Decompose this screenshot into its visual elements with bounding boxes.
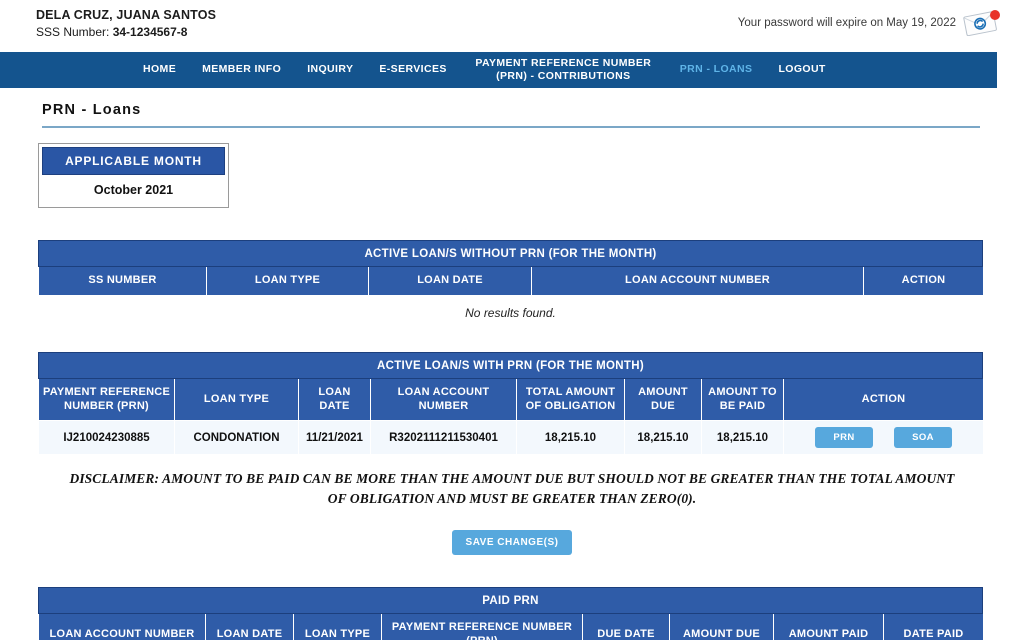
sss-number: 34-1234567-8 — [113, 25, 188, 39]
cell-prn: IJ210024230885 — [39, 421, 175, 455]
active-loans-with-prn-table: PAYMENT REFERENCE NUMBER (PRN) LOAN TYPE… — [38, 379, 984, 456]
prn-button[interactable]: PRN — [815, 427, 873, 448]
column-header-amount-to-be-paid: AMOUNT TO BE PAID — [702, 379, 784, 421]
column-header-loan-account-number: LOAN ACCOUNT NUMBER — [371, 379, 517, 421]
column-header-loan-type: LOAN TYPE — [294, 614, 382, 640]
paid-prn-title: PAID PRN — [38, 587, 983, 614]
notification-dot-icon — [990, 10, 1000, 20]
active-loans-without-prn-table: SS NUMBER LOAN TYPE LOAN DATE LOAN ACCOU… — [38, 267, 984, 296]
applicable-month-header: APPLICABLE MONTH — [42, 147, 225, 175]
paid-prn-section: PAID PRN LOAN ACCOUNT NUMBER LOAN DATE L… — [38, 587, 983, 640]
table-header-row: LOAN ACCOUNT NUMBER LOAN DATE LOAN TYPE … — [39, 614, 984, 640]
column-header-ss-number: SS NUMBER — [39, 267, 207, 295]
column-header-amount-due: AMOUNT DUE — [670, 614, 774, 640]
cell-total-amount-of-obligation: 18,215.10 — [517, 421, 625, 455]
applicable-month-box: APPLICABLE MONTH October 2021 — [38, 143, 229, 208]
column-header-loan-date: LOAN DATE — [299, 379, 371, 421]
column-header-loan-account-number: LOAN ACCOUNT NUMBER — [532, 267, 864, 295]
applicable-month-value[interactable]: October 2021 — [42, 175, 225, 204]
cell-amount-due: 18,215.10 — [625, 421, 702, 455]
column-header-amount-paid: AMOUNT PAID — [774, 614, 884, 640]
nav-item-prn-loans[interactable]: PRN - LOANS — [667, 63, 766, 76]
active-loans-without-prn-title: ACTIVE LOAN/S WITHOUT PRN (FOR THE MONTH… — [38, 240, 983, 267]
column-header-action: ACTION — [864, 267, 984, 295]
top-header: DELA CRUZ, JUANA SANTOS SSS Number: 34-1… — [0, 0, 1024, 52]
soa-button[interactable]: SOA — [894, 427, 952, 448]
user-name: DELA CRUZ, JUANA SANTOS — [36, 7, 216, 24]
nav-item-prn-contributions[interactable]: PAYMENT REFERENCE NUMBER (PRN) - CONTRIB… — [460, 57, 667, 83]
cell-loan-date: 11/21/2021 — [299, 421, 371, 455]
column-header-loan-type: LOAN TYPE — [175, 379, 299, 421]
main-navigation: HOME MEMBER INFO INQUIRY E-SERVICES PAYM… — [0, 52, 997, 88]
nav-item-member-info[interactable]: MEMBER INFO — [189, 63, 294, 76]
column-header-total-amount-of-obligation: TOTAL AMOUNT OF OBLIGATION — [517, 379, 625, 421]
column-header-prn: PAYMENT REFERENCE NUMBER (PRN) — [39, 379, 175, 421]
column-header-due-date: DUE DATE — [583, 614, 670, 640]
user-identity-block: DELA CRUZ, JUANA SANTOS SSS Number: 34-1… — [36, 7, 216, 40]
column-header-loan-type: LOAN TYPE — [207, 267, 369, 295]
table-header-row: PAYMENT REFERENCE NUMBER (PRN) LOAN TYPE… — [39, 379, 984, 421]
nav-item-logout[interactable]: LOGOUT — [765, 63, 838, 76]
disclaimer-text: DISCLAIMER: AMOUNT TO BE PAID CAN BE MOR… — [60, 469, 965, 508]
active-loans-without-prn-section: ACTIVE LOAN/S WITHOUT PRN (FOR THE MONTH… — [38, 240, 983, 320]
column-header-loan-date: LOAN DATE — [369, 267, 532, 295]
column-header-loan-account-number: LOAN ACCOUNT NUMBER — [39, 614, 206, 640]
title-divider — [42, 126, 980, 128]
nav-item-e-services[interactable]: E-SERVICES — [366, 63, 459, 76]
column-header-prn: PAYMENT REFERENCE NUMBER (PRN) — [382, 614, 583, 640]
messages-button[interactable] — [962, 10, 1002, 38]
nav-item-home[interactable]: HOME — [130, 63, 189, 76]
cell-loan-account-number: R3202111211530401 — [371, 421, 517, 455]
page-title: PRN - Loans — [42, 102, 1024, 118]
save-changes-row: SAVE CHANGE(S) — [0, 530, 1024, 555]
column-header-amount-due: AMOUNT DUE — [625, 379, 702, 421]
active-loans-with-prn-section: ACTIVE LOAN/S WITH PRN (FOR THE MONTH) P… — [38, 352, 983, 456]
paid-prn-table: LOAN ACCOUNT NUMBER LOAN DATE LOAN TYPE … — [38, 614, 984, 640]
cell-loan-type: CONDONATION — [175, 421, 299, 455]
column-header-action: ACTION — [784, 379, 984, 421]
table-header-row: SS NUMBER LOAN TYPE LOAN DATE LOAN ACCOU… — [39, 267, 984, 295]
cell-amount-to-be-paid[interactable]: 18,215.10 — [702, 421, 784, 455]
save-changes-button[interactable]: SAVE CHANGE(S) — [452, 530, 573, 555]
column-header-date-paid: DATE PAID — [884, 614, 984, 640]
column-header-loan-date: LOAN DATE — [206, 614, 294, 640]
user-sss-line: SSS Number: 34-1234567-8 — [36, 24, 216, 40]
cell-action: PRN SOA — [784, 421, 984, 455]
no-results-without-prn: No results found. — [38, 296, 983, 320]
table-row: IJ210024230885 CONDONATION 11/21/2021 R3… — [39, 421, 984, 455]
nav-item-inquiry[interactable]: INQUIRY — [294, 63, 366, 76]
active-loans-with-prn-title: ACTIVE LOAN/S WITH PRN (FOR THE MONTH) — [38, 352, 983, 379]
password-expiry-notice: Your password will expire on May 19, 202… — [738, 17, 956, 29]
sss-label: SSS Number: — [36, 25, 113, 39]
